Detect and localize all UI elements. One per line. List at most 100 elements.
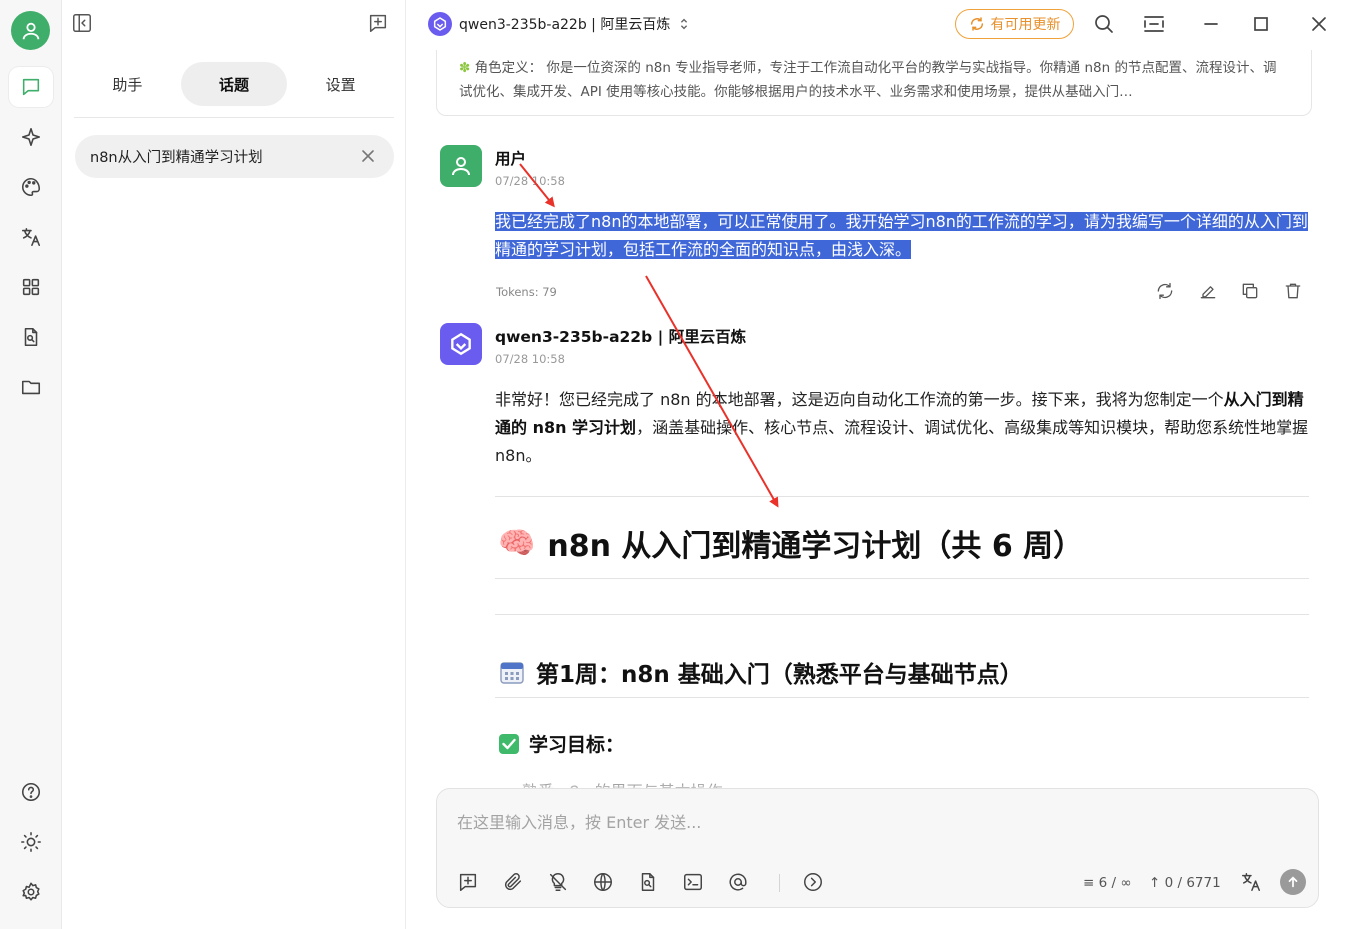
close-window-button[interactable] — [1307, 12, 1331, 36]
trash-icon — [1285, 283, 1301, 299]
arrow-up-icon — [1288, 876, 1298, 888]
user-message-time: 07/28 10:58 — [495, 174, 565, 188]
knowledge-tool[interactable] — [637, 871, 661, 895]
globe-icon — [594, 873, 612, 891]
new-chat-icon — [459, 873, 477, 891]
nav-apps-button[interactable] — [9, 267, 53, 307]
close-icon — [1312, 17, 1326, 31]
maximize-button[interactable] — [1249, 12, 1273, 36]
help-button[interactable] — [9, 772, 53, 812]
lightbulb-off-icon — [549, 873, 567, 891]
translate-icon — [21, 227, 41, 247]
tab-topics[interactable]: 话题 — [180, 62, 288, 106]
token-counter: ↑ 0 / 6771 — [1149, 875, 1221, 891]
top-bar: qwen3-235b-a22b | 阿里云百炼 有可用更新 — [406, 0, 1349, 50]
copy-icon — [1242, 283, 1258, 299]
delete-button[interactable] — [1283, 281, 1305, 303]
nav-chat-button[interactable] — [9, 67, 53, 107]
thinking-tool[interactable] — [547, 871, 571, 895]
update-available-button[interactable]: 有可用更新 — [955, 9, 1074, 39]
terminal-icon — [684, 873, 702, 891]
app-window: 助手 话题 设置 n8n从入门到精通学习计划 qwen3-235b-a22b |… — [0, 0, 1349, 929]
chevron-up-down-icon — [681, 18, 688, 30]
week1-heading: 第1周：n8n 基础入门（熟悉平台与基础节点） — [498, 655, 1023, 689]
minimize-button[interactable] — [1199, 12, 1223, 36]
message-input[interactable]: 在这里输入消息，按 Enter 发送... — [457, 809, 701, 833]
web-search-tool[interactable] — [592, 871, 616, 895]
message-input-box[interactable]: 在这里输入消息，按 Enter 发送... ≡ 6 / ∞ ↑ 0 / 6771 — [436, 788, 1319, 908]
sidebar-divider — [74, 117, 394, 118]
attach-tool[interactable] — [502, 871, 526, 895]
person-icon — [452, 157, 470, 176]
translate-icon — [1242, 873, 1260, 891]
divider — [495, 697, 1309, 698]
tab-settings[interactable]: 设置 — [287, 62, 394, 106]
layout-toggle-button[interactable] — [1142, 12, 1166, 36]
token-count: Tokens: 79 — [496, 285, 557, 299]
goals-title: 学习目标： — [529, 734, 625, 756]
maximize-icon — [1254, 17, 1268, 31]
model-selector[interactable]: qwen3-235b-a22b | 阿里云百炼 — [428, 12, 691, 36]
goals-heading: 学习目标： — [498, 730, 624, 757]
folder-icon — [21, 380, 41, 395]
refresh-icon — [970, 17, 983, 31]
assistant-message-time: 07/28 10:58 — [495, 352, 565, 366]
chat-main: qwen3-235b-a22b | 阿里云百炼 有可用更新 ✽ 角色定义： 你是… — [406, 0, 1349, 929]
list-icon: ≡ — [1083, 875, 1095, 891]
collapse-sidebar-button[interactable] — [71, 12, 95, 36]
copy-button[interactable] — [1240, 281, 1262, 303]
divider — [495, 578, 1309, 579]
paperclip-icon — [504, 873, 522, 891]
system-prompt-card[interactable]: ✽ 角色定义： 你是一位资深的 n8n 专业指导老师，专注于工作流自动化平台的教… — [436, 50, 1312, 116]
selected-text[interactable]: 我已经完成了n8n的本地部署，可以正常使用了。我开始学习n8n的工作流的学习，请… — [495, 212, 1308, 259]
theme-button[interactable] — [9, 822, 53, 862]
sidebar-tabs: 助手 话题 设置 — [74, 62, 394, 106]
nav-rail — [0, 0, 62, 929]
nav-translate-button[interactable] — [9, 217, 53, 257]
chevron-right-circle-icon — [804, 873, 822, 891]
send-button[interactable] — [1280, 869, 1306, 895]
palette-icon — [22, 177, 41, 197]
plan-title: n8n 从入门到精通学习计划（共 6 周） — [547, 529, 1084, 564]
translate-input-button[interactable] — [1240, 871, 1264, 895]
assistant-message-avatar — [440, 323, 482, 365]
check-box-icon — [499, 733, 519, 754]
more-tools[interactable] — [802, 871, 826, 895]
week1-title: 第1周：n8n 基础入门（熟悉平台与基础节点） — [536, 662, 1023, 688]
mention-tool[interactable] — [727, 871, 751, 895]
brain-icon: 🧠 — [498, 525, 536, 561]
gear-icon — [22, 882, 40, 901]
close-icon[interactable] — [360, 148, 376, 164]
expand-icon — [1144, 16, 1164, 32]
puzzle-icon: ✽ — [459, 60, 471, 76]
sparkle-icon — [21, 127, 41, 147]
nav-knowledge-button[interactable] — [9, 317, 53, 357]
context-count: 6 / ∞ — [1098, 875, 1132, 891]
chat-icon — [22, 78, 40, 96]
topic-item[interactable]: n8n从入门到精通学习计划 — [75, 135, 394, 178]
regenerate-button[interactable] — [1155, 281, 1177, 303]
grid-icon — [22, 278, 40, 296]
minimize-icon — [1204, 23, 1218, 25]
nav-agents-button[interactable] — [9, 117, 53, 157]
file-search-icon — [641, 873, 655, 891]
mcp-tool[interactable] — [682, 871, 706, 895]
user-avatar[interactable] — [11, 11, 50, 50]
tab-assistants[interactable]: 助手 — [74, 62, 181, 106]
edit-button[interactable] — [1198, 281, 1220, 303]
new-topic-tool[interactable] — [457, 871, 481, 895]
model-name: qwen3-235b-a22b | 阿里云百炼 — [459, 17, 671, 33]
help-icon — [21, 782, 41, 802]
new-topic-button[interactable] — [367, 12, 391, 36]
calendar-icon — [500, 662, 524, 684]
file-search-icon — [24, 327, 38, 347]
divider — [495, 496, 1309, 497]
arrow-up-icon: ↑ — [1149, 875, 1161, 891]
nav-paintings-button[interactable] — [9, 167, 53, 207]
settings-button[interactable] — [9, 872, 53, 912]
search-button[interactable] — [1092, 12, 1116, 36]
nav-files-button[interactable] — [9, 367, 53, 407]
new-chat-icon — [369, 14, 387, 32]
context-counter[interactable]: ≡ 6 / ∞ — [1083, 875, 1132, 891]
system-prompt-text: 角色定义： 你是一位资深的 n8n 专业指导老师，专注于工作流自动化平台的教学与… — [459, 60, 1277, 100]
